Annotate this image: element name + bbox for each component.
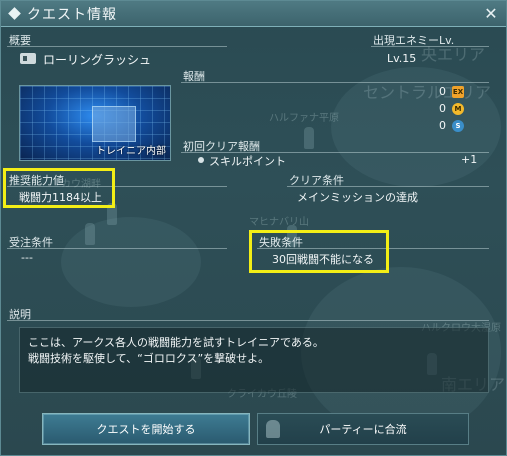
reward-exp: 0 EX xyxy=(439,85,464,98)
map-label: マヒナバリ山 xyxy=(249,217,309,228)
quest-name: ローリングラッシュ xyxy=(43,53,152,67)
description-line: ここは、アークス各人の戦闘能力を試すトレイニアである。 xyxy=(28,336,324,349)
first-clear-amount: +1 xyxy=(461,153,478,166)
reward-meseta: 0 M xyxy=(439,102,464,115)
start-quest-label: クエストを開始する xyxy=(96,423,196,436)
divider xyxy=(7,248,227,249)
highlight-failure-condition xyxy=(249,230,389,273)
clear-condition-value: メインミッションの達成 xyxy=(297,191,418,204)
quest-type-icon xyxy=(20,53,36,64)
first-clear-item: スキルポイント xyxy=(209,155,286,168)
exp-icon: EX xyxy=(452,85,464,98)
reward-value: 0 xyxy=(439,85,446,98)
enemy-level-value: Lv.15 xyxy=(387,52,417,65)
map-pin-icon xyxy=(304,127,314,149)
title-bar: クエスト情報 ✕ xyxy=(1,1,506,27)
quest-info-window: 央エリア セントラルエリア ハルファナ平原 マヒナバリ山 ハルクロウ大湿原 南エ… xyxy=(0,0,507,456)
s-coin-icon: S xyxy=(452,119,464,132)
description-line: 戦闘技術を駆使して、“ゴロロクス”を撃破せよ。 xyxy=(28,352,270,365)
map-label: ハルファナ平原 xyxy=(269,113,339,124)
join-party-button[interactable]: パーティーに合流 xyxy=(257,413,469,445)
reward-value: 0 xyxy=(439,102,446,115)
highlight-recommended xyxy=(3,168,115,208)
diamond-icon xyxy=(8,7,21,20)
map-pin-icon xyxy=(85,223,95,245)
area-name: トレイニア内部 xyxy=(96,146,166,157)
description-box: ここは、アークス各人の戦闘能力を試すトレイニアである。 戦闘技術を駆使して、“ゴ… xyxy=(19,327,489,393)
thumbnail-structure xyxy=(92,106,136,142)
meseta-icon: M xyxy=(452,102,464,115)
area-thumbnail: トレイニア内部 xyxy=(19,85,171,161)
join-party-label: パーティーに合流 xyxy=(319,423,407,436)
divider xyxy=(181,82,489,83)
party-icon xyxy=(266,420,280,438)
reward-value: 0 xyxy=(439,119,446,132)
accept-condition-value: --- xyxy=(21,251,33,264)
bullet-icon xyxy=(198,157,204,163)
divider xyxy=(7,320,489,321)
window-title: クエスト情報 xyxy=(27,6,117,23)
close-icon[interactable]: ✕ xyxy=(482,5,500,23)
reward-s-coin: 0 S xyxy=(439,119,464,132)
divider xyxy=(287,186,489,187)
divider xyxy=(7,46,227,47)
divider xyxy=(371,46,489,47)
start-quest-button[interactable]: クエストを開始する xyxy=(42,413,250,445)
